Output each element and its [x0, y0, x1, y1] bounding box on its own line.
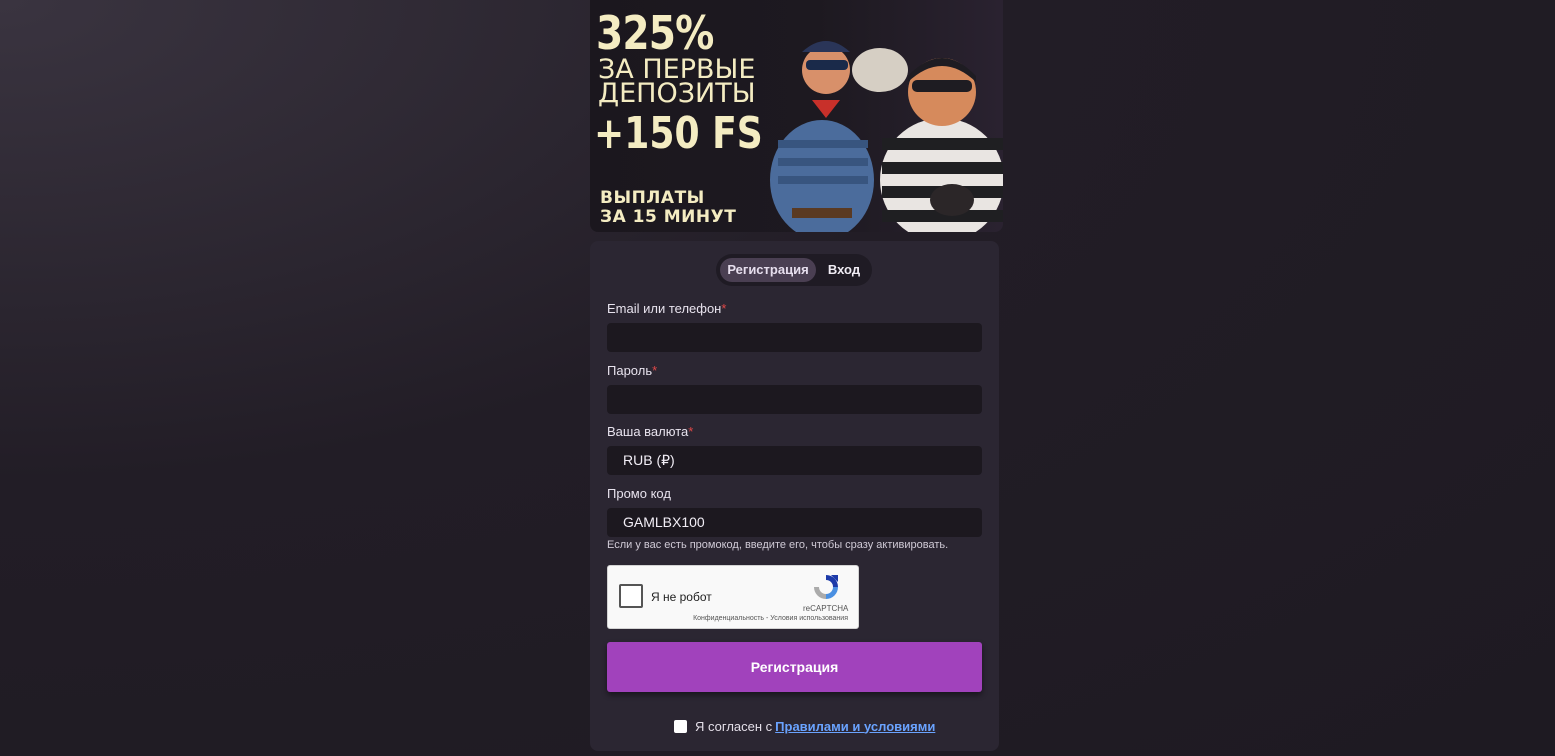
- banner-payout-line1: ВЫПЛАТЫ: [600, 188, 705, 208]
- agreement-row: Я согласен с Правилами и условиями: [674, 718, 935, 734]
- banner-percent: 325%: [596, 6, 714, 60]
- banner-line2: ДЕПОЗИТЫ: [598, 78, 756, 109]
- agreement-checkbox[interactable]: [674, 719, 687, 733]
- recaptcha-brand: reCAPTCHA: [803, 604, 849, 613]
- banner-payout-line2: ЗА 15 МИНУТ: [600, 207, 737, 227]
- required-mark: *: [688, 424, 694, 439]
- currency-label: Ваша валюта*: [607, 424, 693, 439]
- email-label: Email или телефон*: [607, 301, 726, 316]
- tab-login[interactable]: Вход: [820, 258, 868, 282]
- terms-link[interactable]: Правилами и условиями: [775, 719, 935, 734]
- email-label-text: Email или телефон: [607, 301, 722, 316]
- recaptcha-checkbox[interactable]: [619, 584, 643, 608]
- promo-banner[interactable]: 325% ЗА ПЕРВЫЕ ДЕПОЗИТЫ +150 FS ВЫПЛАТЫ …: [590, 0, 1003, 232]
- password-field[interactable]: [607, 385, 982, 414]
- promo-code-input[interactable]: GAMLBX100: [607, 508, 982, 537]
- promo-hint: Если у вас есть промокод, введите его, ч…: [607, 539, 949, 551]
- register-submit-button[interactable]: Регистрация: [607, 642, 982, 692]
- password-label: Пароль*: [607, 363, 657, 378]
- banner-freespins: +150 FS: [594, 108, 763, 159]
- tab-register[interactable]: Регистрация: [720, 258, 816, 282]
- recaptcha-logo-icon: [814, 575, 838, 599]
- auth-tabs: Регистрация Вход: [716, 254, 872, 286]
- robber-characters-illustration: [770, 41, 1003, 232]
- agreement-text: Я согласен с: [695, 718, 773, 734]
- promo-label: Промо код: [607, 486, 671, 501]
- required-mark: *: [652, 363, 658, 378]
- password-label-text: Пароль: [607, 363, 653, 378]
- recaptcha-widget: Я не робот reCAPTCHA Конфиденциальность …: [607, 565, 859, 629]
- required-mark: *: [721, 301, 727, 316]
- currency-label-text: Ваша валюта: [607, 424, 689, 439]
- recaptcha-links[interactable]: Конфиденциальность - Условия использован…: [693, 615, 848, 622]
- currency-select[interactable]: RUB (₽): [607, 446, 982, 475]
- registration-card: Регистрация Вход Email или телефон* Паро…: [590, 241, 999, 751]
- email-field[interactable]: [607, 323, 982, 352]
- recaptcha-label: Я не робот: [651, 590, 712, 604]
